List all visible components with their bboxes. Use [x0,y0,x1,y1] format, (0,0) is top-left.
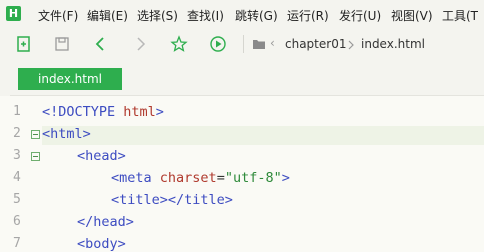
menu-goto[interactable]: 跳转(G) [235,7,278,24]
line-number: 1 [13,104,21,119]
back-icon[interactable] [92,35,110,53]
code-token: "utf-8" [224,170,282,186]
breadcrumb-prefix: ‹ [270,36,275,50]
code-token: <html> [42,126,91,142]
code-token: > [281,170,290,186]
app-logo[interactable]: H [6,6,21,21]
code-line: </head> [77,214,134,230]
menu-publish[interactable]: 发行(U) [339,7,381,24]
menu-run[interactable]: 运行(R) [287,7,329,24]
menu-file[interactable]: 文件(F) [38,7,78,24]
fold-toggle-icon[interactable] [31,152,40,161]
new-file-icon[interactable] [15,35,33,53]
code-token: charset [159,170,217,186]
line-number: 5 [13,192,21,207]
save-icon[interactable] [53,35,71,53]
menu-view[interactable]: 视图(V) [391,7,433,24]
fold-toggle-icon[interactable] [31,130,40,139]
code-line: <html> [42,126,91,142]
line-number: 3 [13,148,21,163]
line-number: 4 [13,170,21,185]
code-line: <head> [77,148,126,164]
menu-tools[interactable]: 工具(T [442,7,478,24]
code-line: <title></title> [111,192,233,208]
menu-select[interactable]: 选择(S) [137,7,178,24]
line-number: 2 [13,126,21,141]
code-line: <meta charset="utf-8"> [111,170,290,186]
code-token: html [123,104,156,120]
code-token: = [216,170,225,186]
menu-edit[interactable]: 编辑(E) [87,7,128,24]
code-token: <head> [77,148,126,164]
run-icon[interactable] [209,35,227,53]
folder-icon [253,40,265,49]
code-token: > [155,104,164,120]
code-token: </head> [77,214,134,230]
code-token: <meta [111,170,160,186]
code-line: <body> [77,236,126,252]
breadcrumb-separator-icon [348,40,354,50]
line-number: 6 [13,214,21,229]
breadcrumb-file[interactable]: index.html [361,37,425,51]
favorite-icon[interactable] [170,35,188,53]
code-line: <!DOCTYPE html> [42,104,164,120]
tab-index-html[interactable]: index.html [18,68,122,90]
current-line-highlight [42,126,484,145]
breadcrumb-folder[interactable]: chapter01 [285,37,346,51]
code-token: <title></title> [111,192,233,208]
code-token: <body> [77,236,126,252]
toolbar-divider [243,35,244,53]
forward-icon[interactable] [131,35,149,53]
code-token: <!DOCTYPE [42,104,124,120]
menu-find[interactable]: 查找(I) [187,7,224,24]
